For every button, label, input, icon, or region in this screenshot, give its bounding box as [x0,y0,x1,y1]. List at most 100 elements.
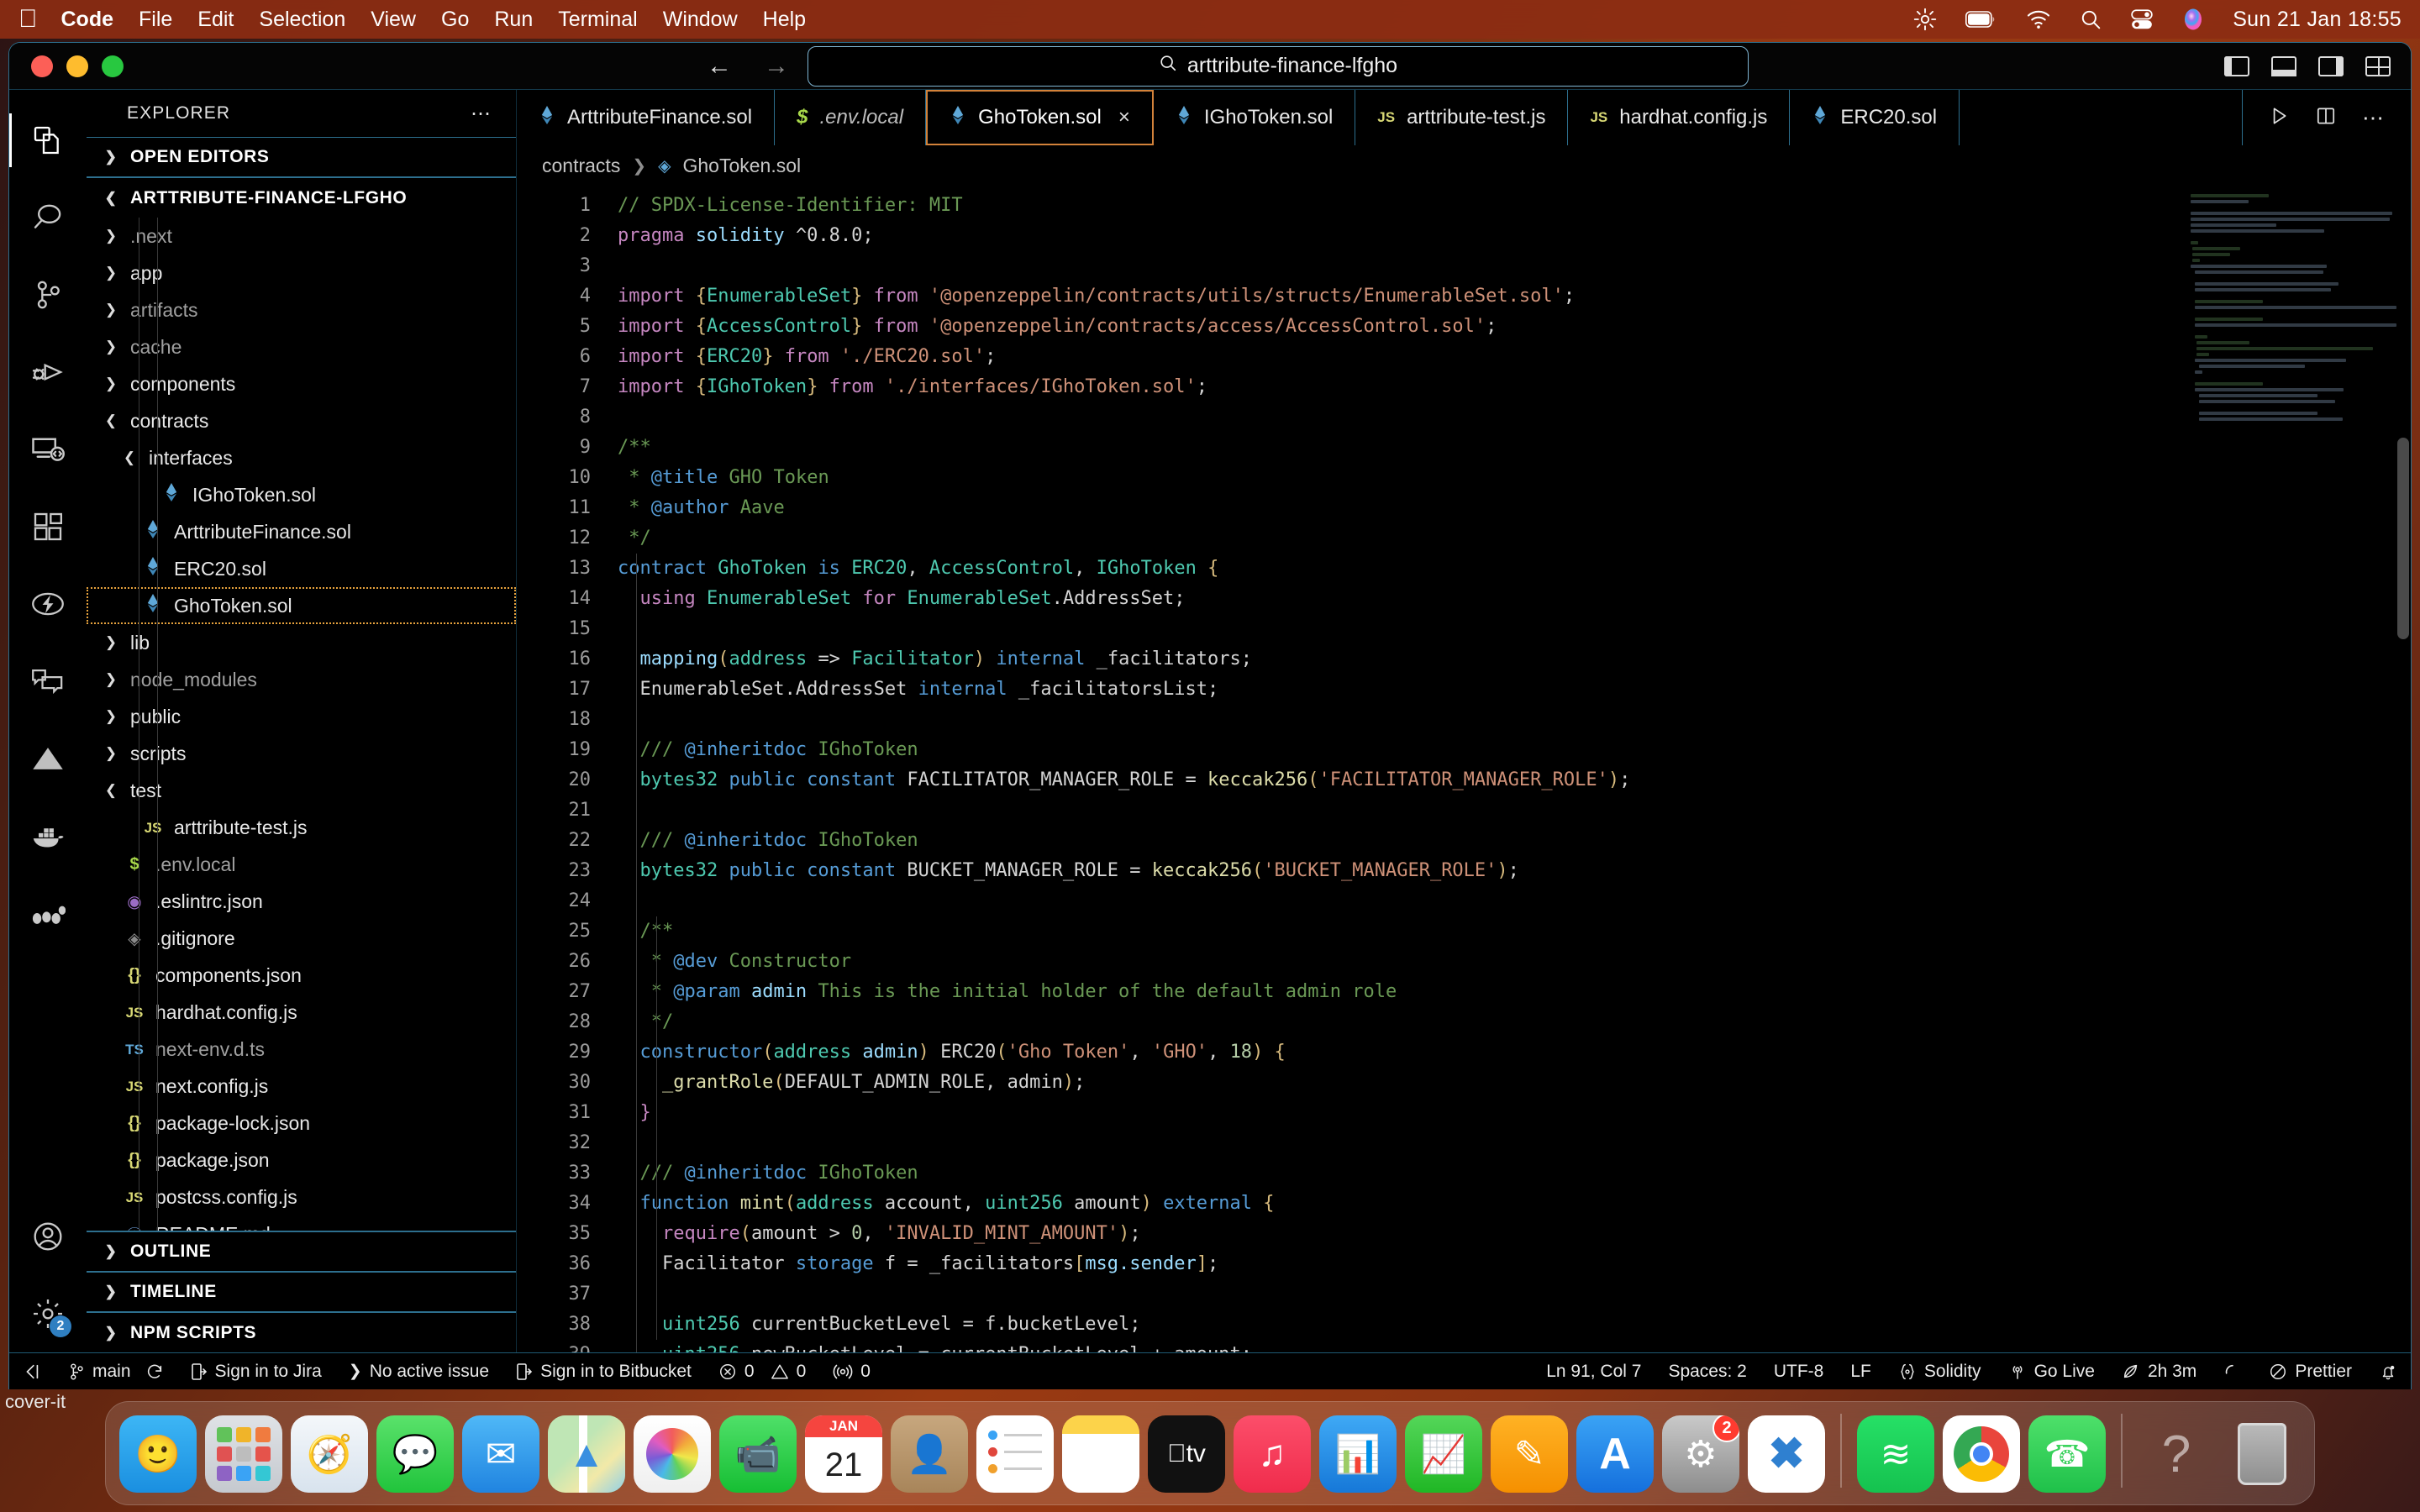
tree-file-arttribute-test-js[interactable]: JS arttribute-test.js [87,809,516,846]
editor-tab-hardhat-config-js[interactable]: JS hardhat.config.js [1568,90,1791,145]
dock-app-contacts[interactable]: 👤 [891,1415,968,1493]
tree-file-package-json[interactable]: {} package.json [87,1142,516,1179]
tree-folder-artifacts[interactable]: ❯ artifacts [87,291,516,328]
activity-docker[interactable] [9,797,87,874]
code-line[interactable]: require(amount > 0, 'INVALID_MINT_AMOUNT… [609,1219,2411,1249]
dock-app-mail[interactable]: ✉ [462,1415,539,1493]
code-line[interactable]: pragma solidity ^0.8.0; [609,221,2411,251]
toggle-primary-sidebar-icon[interactable] [2224,55,2249,76]
code-line[interactable]: import {IGhoToken} from './interfaces/IG… [609,372,2411,402]
code-line[interactable]: Facilitator storage f = _facilitators[ms… [609,1249,2411,1279]
wifi-icon[interactable] [2026,9,2051,29]
code-editor[interactable]: 1 2 3 4 5 6 7 8 9 10 11 12 13 14 15 16 17 18 19 20 21 22 23 24 2… [517,186,2411,1352]
tree-folder-public[interactable]: ❯ public [87,698,516,735]
activity-run-and-debug[interactable] [9,333,87,411]
tree-file-readme-md[interactable]: ⓘ README.md [87,1215,516,1231]
arrow-right-icon[interactable]: → [764,53,789,79]
dock-app-google-chrome[interactable] [1943,1415,2020,1493]
siri-icon[interactable] [2182,8,2204,31]
menu-item-file[interactable]: File [139,8,172,32]
code-line[interactable]: uint256 currentBucketLevel = f.bucketLev… [609,1310,2411,1340]
activity-vercel[interactable] [9,720,87,797]
activity-testing[interactable] [9,874,87,952]
sidebar-section-project[interactable]: ❮ ARTTRIBUTE-FINANCE-LFGHO [87,177,516,218]
dock-app-notes[interactable] [1062,1415,1139,1493]
dock-app-system-settings[interactable]: ⚙ 2 [1662,1415,1739,1493]
dock-app-calendar[interactable]: JAN 21 [805,1415,882,1493]
dock-app-pages[interactable]: ✎ [1491,1415,1568,1493]
breadcrumb-folder[interactable]: contracts [542,155,620,177]
code-line[interactable] [609,795,2411,826]
arrow-left-icon[interactable]: ← [707,53,732,79]
tree-folder-node-modules[interactable]: ❯ node_modules [87,661,516,698]
activity-source-control[interactable] [9,256,87,333]
menu-item-go[interactable]: Go [441,8,469,32]
status-wakatime[interactable]: 2h 3m [2108,1353,2210,1389]
tree-file-ghotoken-sol[interactable]: GhoToken.sol [87,587,516,624]
code-line[interactable]: import {ERC20} from './ERC20.sol'; [609,342,2411,372]
tree-folder-cache[interactable]: ❯ cache [87,328,516,365]
menu-item-help[interactable]: Help [763,8,806,32]
editor-tab-ghotoken-sol[interactable]: GhoToken.sol × [926,90,1154,145]
tree-folder-lib[interactable]: ❯ lib [87,624,516,661]
toggle-panel-icon[interactable] [2271,55,2296,76]
activity-chat[interactable] [9,643,87,720]
code-line[interactable] [609,614,2411,644]
activity-remote-explorer[interactable] [9,411,87,488]
code-line[interactable]: uint256 newBucketLevel = currentBucketLe… [609,1340,2411,1352]
dock-app-whatsapp[interactable]: ☎ [2028,1415,2106,1493]
tree-file-arttributefinance-sol[interactable]: ArttributeFinance.sol [87,513,516,550]
code-line[interactable]: * @dev Constructor [609,947,2411,977]
status-prettier[interactable]: Prettier [2255,1353,2365,1389]
tree-file-postcss-config-js[interactable]: JS postcss.config.js [87,1179,516,1215]
minimap[interactable] [2191,194,2396,446]
tree-folder-contracts[interactable]: ❮ contracts [87,402,516,439]
code-line[interactable]: bytes32 public constant FACILITATOR_MANA… [609,765,2411,795]
activity-manage-settings[interactable]: 2 [9,1275,87,1352]
code-line[interactable]: } [609,1098,2411,1128]
breadcrumb-file[interactable]: GhoToken.sol [682,155,801,177]
dock-app-numbers[interactable]: 📈 [1405,1415,1482,1493]
dock-app-photos[interactable] [634,1415,711,1493]
tree-file-hardhat-config-js[interactable]: JS hardhat.config.js [87,994,516,1031]
code-line[interactable] [609,705,2411,735]
dock-app-reminders[interactable] [976,1415,1054,1493]
tree-file-env-local[interactable]: $ .env.local [87,846,516,883]
editor-tab-env-local[interactable]: $ .env.local [775,90,927,145]
code-line[interactable] [609,402,2411,433]
code-line[interactable]: using EnumerableSet for EnumerableSet.Ad… [609,584,2411,614]
status-cursor-position[interactable]: Ln 91, Col 7 [1533,1353,1655,1389]
more-actions-icon[interactable]: ⋯ [2362,105,2386,131]
tree-file-package-lock-json[interactable]: {} package-lock.json [87,1105,516,1142]
dock-app-maps[interactable] [548,1415,625,1493]
code-line[interactable] [609,1128,2411,1158]
tree-folder-scripts[interactable]: ❯ scripts [87,735,516,772]
editor-scrollbar[interactable] [2397,438,2409,639]
control-center-icon[interactable] [2130,8,2154,30]
tree-file-next-config-js[interactable]: JS next.config.js [87,1068,516,1105]
code-line[interactable]: /// @inheritdoc IGhoToken [609,1158,2411,1189]
tree-file-erc20-sol[interactable]: ERC20.sol [87,550,516,587]
menu-item-code[interactable]: Code [61,8,114,32]
code-line[interactable]: bytes32 public constant BUCKET_MANAGER_R… [609,856,2411,886]
battery-icon[interactable] [1965,10,1997,29]
dock-app-question-mark-file[interactable]: ? [2138,1415,2215,1493]
dock-app-trash[interactable] [2223,1415,2301,1493]
status-remote-window[interactable] [9,1353,55,1389]
ellipsis-icon[interactable]: ⋯ [471,102,492,126]
code-line[interactable]: * @title GHO Token [609,463,2411,493]
menu-item-view[interactable]: View [371,8,416,32]
code-line[interactable]: /// @inheritdoc IGhoToken [609,735,2411,765]
tree-file-next-env-d-ts[interactable]: TS next-env.d.ts [87,1031,516,1068]
status-indentation[interactable]: Spaces: 2 [1655,1353,1760,1389]
code-line[interactable]: EnumerableSet.AddressSet internal _facil… [609,675,2411,705]
status-git-branch[interactable]: main [55,1353,177,1389]
code-content[interactable]: // SPDX-License-Identifier: MIT pragma so… [609,186,2411,1352]
activity-thunder-client[interactable] [9,565,87,643]
dock-app-spotify[interactable]: ≋ [1857,1415,1934,1493]
dock-app-facetime[interactable]: 📹 [719,1415,797,1493]
editor-tab-arttribute-test-js[interactable]: JS arttribute-test.js [1355,90,1569,145]
menu-item-edit[interactable]: Edit [197,8,234,32]
status-encoding[interactable]: UTF-8 [1760,1353,1838,1389]
tree-file-eslintrc-json[interactable]: ◉ .eslintrc.json [87,883,516,920]
